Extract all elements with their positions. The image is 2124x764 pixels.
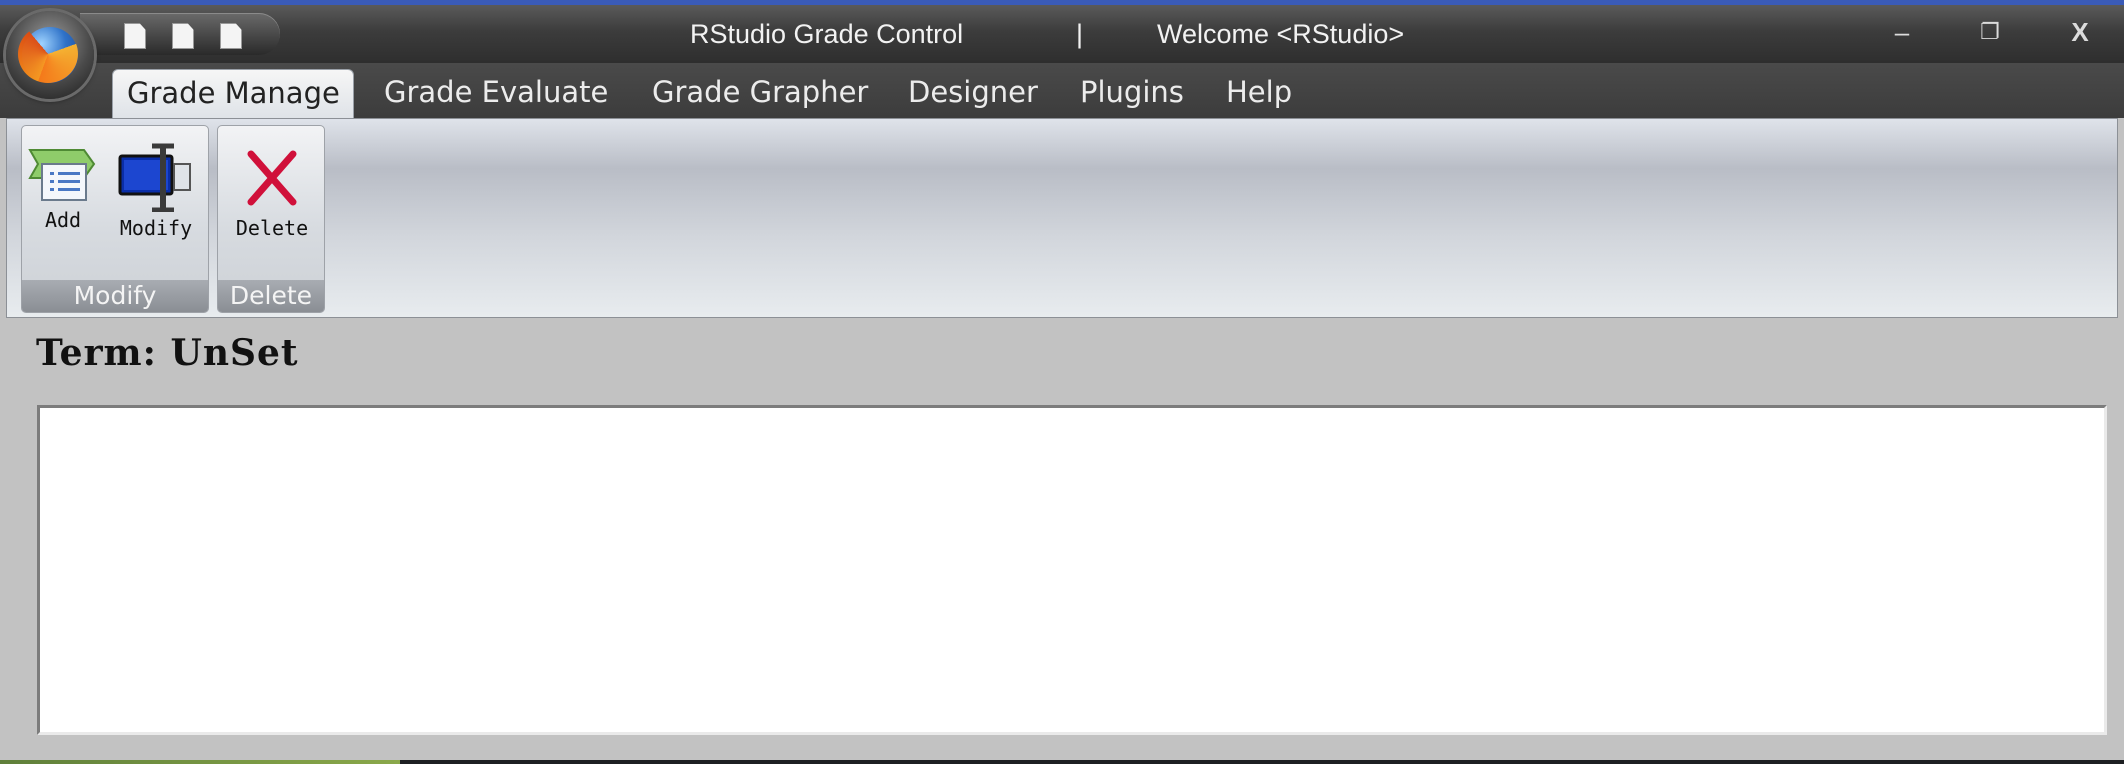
app-window: RStudio Grade Control | Welcome <RStudio… [0,0,2124,760]
window-title: RStudio Grade Control [690,19,964,49]
desktop-background [0,760,400,764]
tab-help[interactable]: Help [1212,69,1306,118]
new-document-icon[interactable] [124,23,146,49]
delete-button-label: Delete [235,216,309,240]
add-button-label: Add [44,208,82,232]
minimize-button[interactable]: – [1882,15,1922,49]
ribbon-group-modify: Add Modify Modify [21,125,209,313]
grade-list-area[interactable] [37,405,2107,735]
tab-grade-manage[interactable]: Grade Manage [112,69,354,118]
application-menu-button[interactable] [6,11,94,99]
delete-x-icon [247,150,297,206]
title-bar: RStudio Grade Control | Welcome <RStudio… [0,5,2124,63]
ribbon-tab-strip: Grade Manage Grade Evaluate Grade Graphe… [0,63,2124,118]
save-document-icon[interactable] [220,23,242,49]
modify-button[interactable]: Modify [116,142,196,240]
firefox-logo-icon [18,25,78,83]
ribbon-group-label: Modify [22,280,208,312]
tab-designer[interactable]: Designer [894,69,1052,118]
welcome-text: Welcome <RStudio> [1157,19,1405,49]
add-button[interactable]: Add [28,142,98,232]
quick-access-toolbar [80,13,280,55]
ribbon-group-label: Delete [218,280,324,312]
tab-plugins[interactable]: Plugins [1066,69,1198,118]
add-list-icon [28,149,96,201]
ribbon-group-delete: Delete Delete [217,125,325,313]
open-document-icon[interactable] [172,23,194,49]
modify-button-label: Modify [119,216,193,240]
delete-button[interactable]: Delete [226,142,318,240]
tab-grade-evaluate[interactable]: Grade Evaluate [370,69,622,118]
ribbon-panel: Add Modify Modify Delete Delete [6,118,2118,318]
term-label: Term: UnSet [36,332,299,374]
modify-monitor-icon [118,143,191,213]
tab-grade-grapher[interactable]: Grade Grapher [638,69,882,118]
restore-button[interactable]: ❐ [1970,15,2010,49]
title-separator: | [1076,19,1084,49]
close-button[interactable]: X [2060,15,2100,49]
